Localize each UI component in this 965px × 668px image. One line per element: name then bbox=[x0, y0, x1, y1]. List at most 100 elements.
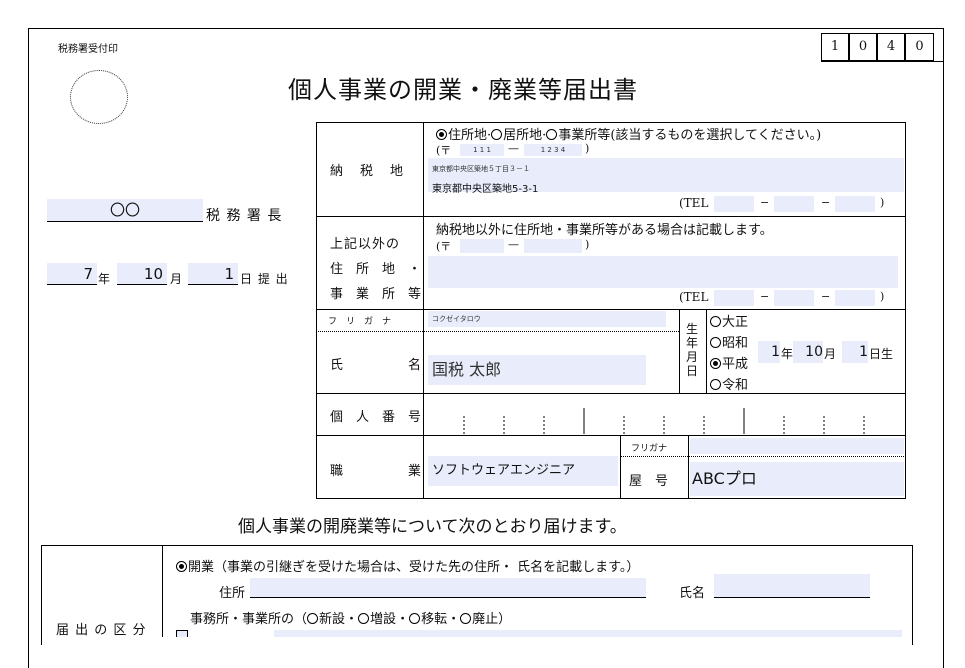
other-postal-open: (〒 bbox=[436, 240, 452, 253]
birth-day-unit: 日生 bbox=[869, 347, 894, 361]
radio-jushochi[interactable] bbox=[436, 129, 447, 140]
era-heisei: 平成 bbox=[710, 353, 748, 372]
radio-showa[interactable] bbox=[710, 337, 721, 348]
nozeichi-address-kana: 東京都中央区築地５丁目３－１ bbox=[432, 165, 530, 173]
todoke-kaigyo: 開業（事業の引継ぎを受けた場合は、受けた先の住所・ 氏名を記載します。） bbox=[176, 556, 639, 575]
nozeichi-tel-3[interactable] bbox=[835, 196, 875, 212]
radio-zosetsu[interactable] bbox=[358, 613, 370, 624]
nozeichi-tel-dash-2: − bbox=[821, 196, 831, 209]
tax-office-name[interactable]: 〇〇 bbox=[47, 199, 203, 222]
submit-month-unit: 月 bbox=[170, 272, 183, 286]
stamp-circle bbox=[70, 70, 128, 124]
other-tel-3[interactable] bbox=[835, 290, 875, 306]
label-column-divider bbox=[423, 122, 424, 499]
radio-jigyosho[interactable] bbox=[546, 129, 558, 140]
row-divider-4 bbox=[316, 435, 906, 436]
submit-year[interactable]: 7 bbox=[47, 263, 97, 285]
todoke-divider bbox=[162, 545, 163, 637]
todoke-office: 事務所・事業所の（ 新設・ 増設・ 移転・ 廃止） bbox=[190, 612, 512, 627]
nozeichi-label: 納 税 地 bbox=[330, 164, 406, 179]
nozeichi-postal-open: (〒 bbox=[436, 144, 452, 157]
name-label: 氏 名 bbox=[330, 358, 422, 373]
birth-month[interactable]: 10 bbox=[793, 341, 823, 363]
option-jigyosho: 事業所等 bbox=[558, 128, 611, 143]
nozeichi-postal-dash: — bbox=[508, 142, 519, 155]
yago-furigana-input[interactable] bbox=[690, 438, 904, 454]
submit-day[interactable]: 1 bbox=[188, 263, 238, 285]
todoke-next-input[interactable] bbox=[274, 630, 902, 637]
submit-month[interactable]: 10 bbox=[117, 263, 167, 285]
option-note: (該当するものを選択してください。) bbox=[610, 128, 822, 143]
nozeichi-tel-2[interactable] bbox=[774, 196, 814, 212]
other-address-label-3: 事 業 所 等 bbox=[330, 287, 422, 302]
other-postal-close: ) bbox=[585, 238, 590, 251]
nozeichi-tel-dash-1: − bbox=[760, 196, 770, 209]
radio-heisei[interactable] bbox=[710, 358, 721, 369]
era-reiwa: 令和 bbox=[710, 374, 748, 393]
stamp-label: 税務署受付印 bbox=[58, 44, 118, 55]
radio-kyoshochi[interactable] bbox=[491, 129, 503, 140]
birth-divider-left bbox=[679, 309, 680, 393]
birth-day[interactable]: 1 bbox=[842, 341, 868, 363]
other-postal-dash: — bbox=[508, 238, 519, 251]
nozeichi-postal-close: ) bbox=[585, 142, 590, 155]
submit-day-unit: 日 提 出 bbox=[240, 272, 289, 286]
option-kyoshochi: 居所地 bbox=[503, 128, 543, 143]
radio-iten[interactable] bbox=[409, 613, 421, 624]
birth-year[interactable]: 1 bbox=[758, 341, 780, 363]
other-postal-b[interactable] bbox=[524, 239, 582, 253]
nozeichi-tel-label: (TEL bbox=[679, 196, 709, 210]
row-divider-2 bbox=[316, 309, 906, 310]
occupation-input[interactable]: ソフトウェアエンジニア bbox=[428, 456, 618, 486]
other-address-label-2: 住 所 地 ・ bbox=[330, 262, 422, 277]
nozeichi-postal-b[interactable]: 1 2 3 4 bbox=[524, 144, 582, 156]
radio-shinsetsu[interactable] bbox=[307, 613, 319, 624]
yago-label-divider bbox=[688, 435, 689, 499]
other-tel-1[interactable] bbox=[714, 290, 754, 306]
my-number-boxes[interactable] bbox=[424, 394, 906, 435]
todoke-name-label: 氏名 bbox=[679, 586, 706, 601]
radio-kaigyo[interactable] bbox=[176, 561, 187, 572]
todoke-address-input[interactable] bbox=[250, 578, 646, 598]
my-number-label: 個 人 番 号 bbox=[330, 410, 422, 425]
birth-month-unit: 月 bbox=[824, 347, 837, 361]
era-taisho: 大正 bbox=[710, 311, 748, 330]
birth-divider-right bbox=[706, 309, 707, 393]
yago-label: 屋 号 bbox=[629, 474, 669, 489]
birth-label: 生年月日 bbox=[686, 322, 699, 378]
other-address-note: 納税地以外に住所地・事業所等がある場合は記載します。 bbox=[436, 223, 773, 238]
radio-haishi[interactable] bbox=[460, 613, 472, 624]
page-title: 個人事業の開業・廃業等届出書 bbox=[288, 76, 638, 104]
nozeichi-tel-close: ) bbox=[880, 196, 885, 209]
name-input[interactable]: 国税 太郎 bbox=[428, 355, 646, 385]
other-address-label-1: 上記以外の bbox=[330, 237, 401, 252]
nozeichi-postal-a[interactable]: 1 1 1 bbox=[460, 144, 504, 156]
nozeichi-address: 東京都中央区築地5-3-1 bbox=[432, 184, 539, 195]
furigana-input[interactable]: コクゼイタロウ bbox=[428, 311, 666, 327]
todoke-name-input[interactable] bbox=[714, 574, 870, 598]
code-digit-3: 4 bbox=[877, 33, 905, 61]
other-tel-dash-2: − bbox=[821, 290, 831, 303]
tax-office-suffix: 税 務 署 長 bbox=[206, 208, 283, 224]
furigana-divider bbox=[316, 331, 679, 332]
option-jushochi: 住所地 bbox=[448, 128, 488, 143]
radio-taisho[interactable] bbox=[710, 316, 721, 327]
yago-input[interactable]: ABCプロ bbox=[690, 462, 904, 496]
radio-reiwa[interactable] bbox=[710, 379, 721, 390]
era-showa: 昭和 bbox=[710, 332, 748, 351]
code-digit-1: 1 bbox=[821, 33, 849, 61]
other-postal-a[interactable] bbox=[460, 239, 504, 253]
other-tel-2[interactable] bbox=[774, 290, 814, 306]
submit-year-unit: 年 bbox=[98, 272, 111, 286]
yago-divider bbox=[620, 435, 621, 499]
todoke-next-checkbox[interactable] bbox=[176, 630, 188, 637]
nozeichi-tel-1[interactable] bbox=[714, 196, 754, 212]
other-address-field[interactable] bbox=[428, 256, 898, 288]
yago-furigana-label: フリガナ bbox=[631, 444, 668, 454]
statement: 個人事業の開廃業等について次のとおり届けます。 bbox=[238, 517, 627, 537]
occupation-label: 職 業 bbox=[330, 464, 422, 479]
birth-year-unit: 年 bbox=[781, 347, 794, 361]
todoke-address-label: 住所 bbox=[219, 586, 246, 601]
yago-furigana-divider bbox=[620, 456, 906, 457]
other-tel-dash-1: − bbox=[760, 290, 770, 303]
